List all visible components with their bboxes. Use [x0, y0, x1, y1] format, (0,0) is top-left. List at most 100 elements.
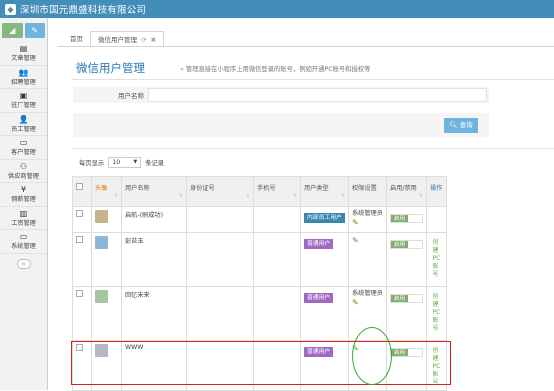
divider [72, 148, 554, 149]
pencil-icon[interactable]: ✎ [352, 218, 359, 227]
permission-text: 系统管理员 [352, 210, 383, 217]
phone-cell [253, 206, 301, 233]
column-header-type[interactable]: 用户类型 ⇕ [300, 176, 349, 207]
avatar-cell [91, 286, 122, 341]
status-cell: 启用 [386, 206, 427, 233]
toggle-knob [408, 215, 422, 222]
user-type-badge: 普通用户 [304, 293, 334, 303]
sidebar-item-label: 文章管理 [11, 55, 36, 62]
column-header-name[interactable]: 用户名称 ⇕ [121, 176, 187, 207]
user-type-badge: 内部员工用户 [304, 213, 345, 223]
tab-home[interactable]: 首页 [63, 31, 90, 47]
avatar [95, 210, 108, 223]
select-all-checkbox[interactable] [76, 183, 83, 190]
page-size-value: 10 [112, 159, 121, 166]
column-header-op: 操作 [426, 176, 447, 207]
column-header-id[interactable]: 身份证号 ⇕ [186, 176, 254, 207]
sidebar-item-label: 驻厂管理 [11, 102, 36, 109]
sort-icon: ⇕ [245, 193, 250, 199]
sidebar-item[interactable]: ▣ 驻厂管理 [0, 90, 47, 113]
document-icon: ▤ [19, 44, 28, 53]
pencil-shortcut-icon[interactable]: ✎ [24, 23, 45, 38]
pencil-icon[interactable]: ✎ [352, 236, 359, 245]
company-logo-icon: ◆ [5, 3, 16, 15]
sidebar-collapse-icon[interactable]: « [16, 258, 31, 269]
status-cell: 启用 [386, 286, 427, 341]
caret-down-icon: ▼ [133, 159, 138, 165]
page-title: 微信用户管理 [76, 61, 145, 75]
page-subtitle: » 管理直接在小程序上用微信登录的账号，例如开通PC账号和授权等 [180, 64, 370, 73]
header-label: 身份证号 [190, 185, 215, 192]
sidebar-item[interactable]: ▭ 系统管理 [0, 231, 47, 254]
id-number-cell [186, 286, 254, 341]
column-header-phone[interactable]: 手机号 ⇕ [253, 176, 301, 207]
top-bar: ◆ 深圳市国元鼎盛科技有限公司 [0, 0, 554, 18]
user-type-cell: 内部员工用户 [300, 206, 349, 233]
enable-toggle[interactable]: 启用 [390, 214, 423, 223]
sidebar-item[interactable]: ▭ 客户管理 [0, 137, 47, 160]
tab-bar: 首页 微信用户管理 ⟳ ✖ [63, 29, 165, 47]
tab-label: 微信用户管理 [98, 36, 137, 44]
permission-text: 系统管理员 [352, 290, 383, 297]
table-row[interactable]: 启航-(刷成功) 内部员工用户 系统管理员✎ 启用 [72, 206, 447, 233]
user-name-cell: 彭苔玉 [121, 232, 187, 287]
enable-toggle[interactable]: 启用 [390, 240, 423, 249]
sidebar-item[interactable]: 👥 招聘管理 [0, 67, 47, 89]
id-number-cell [186, 206, 254, 233]
sidebar-item[interactable]: 👤 员工管理 [0, 114, 47, 136]
row-checkbox[interactable] [76, 290, 83, 297]
sidebar: ◢ ✎ ▤ 文章管理 👥 招聘管理 ▣ 驻厂管理 👤 员工管理 ▭ 客户管理 ⚇ 供应商管理 ¥ 佣薪管理… [0, 18, 48, 390]
pencil-icon[interactable]: ✎ [352, 298, 359, 307]
sidebar-item[interactable]: ▥ 工资管理 [0, 208, 47, 230]
row-select-cell [72, 286, 92, 341]
row-checkbox[interactable] [76, 210, 83, 217]
row-checkbox[interactable] [76, 236, 83, 243]
phone-cell [253, 232, 301, 287]
action-bar: 🔍︎ 查询 [73, 113, 489, 137]
sort-icon: ⇕ [113, 193, 118, 199]
tab-wechat-users[interactable]: 微信用户管理 ⟳ ✖ [90, 31, 165, 47]
row-select-cell [72, 206, 92, 233]
avatar-cell [91, 232, 122, 287]
page-size-control: 每页显示 10 ▼ 条记录 [79, 157, 164, 168]
column-header-status[interactable]: 启用/禁用 ⇕ [386, 176, 427, 207]
page-size-prefix: 每页显示 [79, 160, 105, 167]
highlight-ellipse [352, 327, 392, 385]
search-icon: 🔍︎ [449, 121, 458, 129]
id-card-icon: ▭ [19, 138, 28, 147]
column-header-avatar[interactable]: 头像 ⇕ [91, 176, 122, 207]
header-label: 用户类型 [304, 185, 329, 192]
chevron-right-icon: » [180, 66, 184, 73]
enable-label: 启用 [391, 215, 409, 222]
close-icon[interactable]: ✖ [151, 36, 156, 44]
badge-icon: ▣ [19, 91, 28, 100]
query-button[interactable]: 🔍︎ 查询 [444, 118, 478, 133]
sidebar-item[interactable]: ⚇ 供应商管理 [0, 161, 47, 183]
money-icon: ▥ [19, 208, 28, 218]
enable-toggle[interactable]: 启用 [390, 294, 423, 303]
user-add-icon: 👥 [18, 67, 29, 77]
table-row[interactable]: 彭苔玉 普通用户 ✎ 启用 创建PC账号 [72, 232, 447, 287]
user-icon: 👤 [18, 114, 29, 124]
table-row[interactable]: 回忆未来 普通用户 系统管理员✎ 启用 创建PC账号 [72, 286, 447, 341]
sidebar-item[interactable]: ¥ 佣薪管理 [0, 184, 47, 207]
column-header-perm[interactable]: 权限设置 [348, 176, 387, 207]
sidebar-item[interactable]: ▤ 文章管理 [0, 43, 47, 66]
sidebar-menu: ▤ 文章管理 👥 招聘管理 ▣ 驻厂管理 👤 员工管理 ▭ 客户管理 ⚇ 供应商管理 ¥ 佣薪管理 ▥ 工资管… [0, 43, 47, 254]
refresh-icon[interactable]: ⟳ [141, 36, 146, 44]
create-pc-account-link[interactable]: 创建PC账号 [433, 239, 441, 279]
sidebar-item-label: 供应商管理 [8, 172, 39, 180]
permission-cell: 系统管理员✎ [348, 206, 387, 233]
operation-cell: 创建PC账号 [426, 232, 447, 287]
user-name-input[interactable] [148, 88, 487, 102]
sidebar-item-label: 工资管理 [11, 219, 36, 227]
user-type-badge: 普通用户 [304, 239, 334, 249]
query-button-label: 查询 [459, 121, 473, 129]
page-size-select[interactable]: 10 ▼ [108, 157, 142, 168]
avatar [95, 236, 108, 249]
chart-shortcut-icon[interactable]: ◢ [2, 23, 23, 38]
sort-icon: ⇕ [418, 193, 423, 199]
sidebar-item-label: 客户管理 [11, 149, 36, 156]
create-pc-account-link[interactable]: 创建PC账号 [433, 293, 441, 333]
header-label: 启用/禁用 [390, 185, 417, 192]
